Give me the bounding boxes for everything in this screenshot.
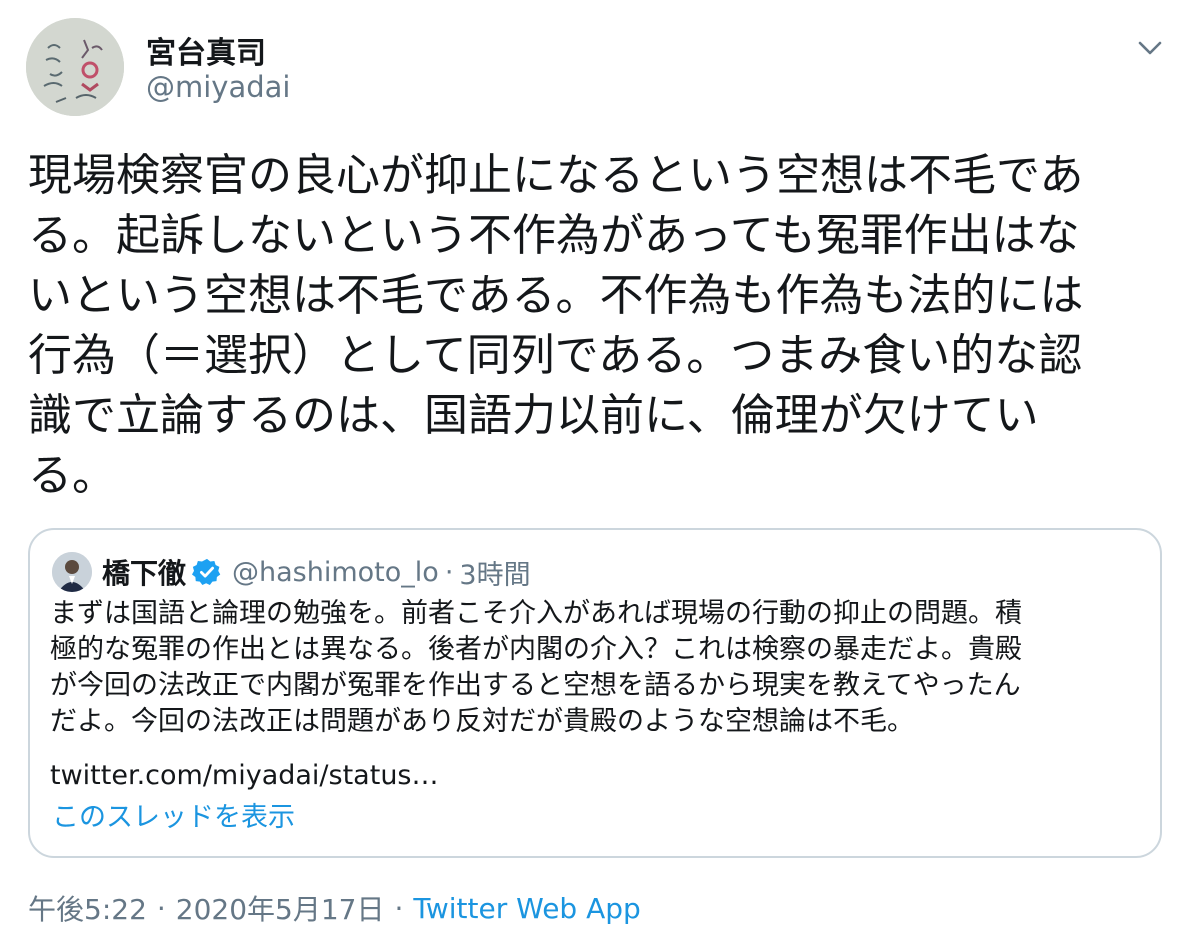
quoted-tweet-link[interactable]: twitter.com/miyadai/status…	[50, 758, 439, 794]
tweet-container: 宮台真司 @miyadai 現場検察官の良心が抑止になるという空想は不毛であ る…	[0, 0, 1192, 926]
quoted-tweet-card[interactable]: 橋下徹 @hashimoto_lo · 3時間 まずは国語と論理の勉強を。前者こ…	[28, 528, 1162, 858]
quoted-author-name[interactable]: 橋下徹	[102, 552, 186, 592]
tweet-metadata: 午後5:22 · 2020年5月17日 · Twitter Web App	[28, 888, 641, 928]
show-thread-link[interactable]: このスレッドを表示	[52, 800, 295, 836]
quoted-tweet-text: まずは国語と論理の勉強を。前者こそ介入があれば現場の行動の抑止の問題。積 極的な…	[50, 598, 1022, 737]
profile-photo-icon	[52, 552, 92, 592]
verified-badge-icon	[192, 557, 222, 587]
author-avatar[interactable]	[26, 18, 124, 116]
quoted-author-handle[interactable]: @hashimoto_lo	[232, 557, 439, 588]
separator-dot: ·	[444, 556, 454, 588]
author-handle[interactable]: @miyadai	[146, 70, 290, 104]
profile-photo-icon	[26, 18, 124, 116]
tweet-date[interactable]: 2020年5月17日	[176, 888, 385, 928]
quoted-tweet-time[interactable]: 3時間	[459, 553, 530, 592]
quoted-tweet-header: 橋下徹 @hashimoto_lo · 3時間	[102, 552, 531, 592]
tweet-text: 現場検察官の良心が抑止になるという空想は不毛であ る。起訴しないという不作為があ…	[28, 150, 1084, 501]
author-display-name[interactable]: 宮台真司	[146, 28, 266, 72]
tweet-time[interactable]: 午後5:22	[28, 888, 147, 928]
chevron-down-icon[interactable]	[1132, 30, 1168, 66]
quoted-author-avatar	[52, 552, 92, 592]
